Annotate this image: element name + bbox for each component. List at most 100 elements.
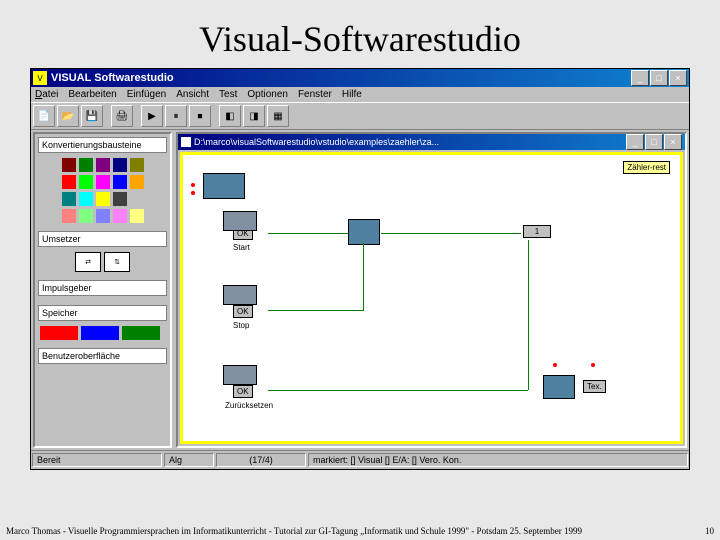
color-swatch[interactable] bbox=[130, 175, 144, 189]
stop-button[interactable]: ⏹ bbox=[189, 105, 211, 127]
pin[interactable] bbox=[191, 183, 195, 187]
color-swatch[interactable] bbox=[113, 192, 127, 206]
umsetzer-component[interactable]: ⇄ bbox=[75, 252, 101, 272]
status-markiert: markiert: [] Visual [] E/A: [] Vero. Kon… bbox=[308, 453, 688, 467]
palette-oberflaeche-header: Benutzeroberfläche bbox=[38, 348, 167, 364]
pause-button[interactable]: ⏸ bbox=[165, 105, 187, 127]
pin[interactable] bbox=[591, 363, 595, 367]
pin[interactable] bbox=[191, 191, 195, 195]
ok-button-node[interactable]: OK bbox=[233, 385, 253, 398]
status-bereit: Bereit bbox=[32, 453, 162, 467]
palette-konvertierung-header: Konvertierungsbausteine bbox=[38, 137, 167, 153]
menubar: Datei Bearbeiten Einfügen Ansicht Test O… bbox=[31, 87, 689, 102]
menu-fenster[interactable]: Fenster bbox=[298, 89, 332, 100]
output-node[interactable] bbox=[543, 375, 575, 399]
slide-title: Visual-Softwarestudio bbox=[0, 0, 720, 68]
wire bbox=[268, 233, 348, 234]
menu-ansicht[interactable]: Ansicht bbox=[176, 89, 209, 100]
color-swatch[interactable] bbox=[62, 175, 76, 189]
doc-close-button[interactable]: × bbox=[664, 134, 682, 150]
color-swatch[interactable] bbox=[130, 192, 144, 206]
save-button[interactable]: 💾 bbox=[81, 105, 103, 127]
stop-label: Stop bbox=[233, 321, 249, 330]
maximize-button[interactable]: □ bbox=[650, 70, 668, 86]
close-button[interactable]: × bbox=[669, 70, 687, 86]
minimize-button[interactable]: _ bbox=[631, 70, 649, 86]
color-swatch[interactable] bbox=[79, 175, 93, 189]
color-swatch[interactable] bbox=[79, 209, 93, 223]
color-swatch[interactable] bbox=[62, 209, 76, 223]
tool-b-button[interactable]: ◨ bbox=[243, 105, 265, 127]
ok-button-node[interactable]: OK bbox=[233, 305, 253, 318]
wire bbox=[381, 233, 521, 234]
start-label: Start bbox=[233, 243, 250, 252]
slide-footer: Marco Thomas - Visuelle Programmiersprac… bbox=[6, 526, 714, 536]
color-swatch[interactable] bbox=[96, 209, 110, 223]
print-button[interactable]: 🖨 bbox=[111, 105, 133, 127]
color-swatch[interactable] bbox=[62, 192, 76, 206]
menu-einfuegen[interactable]: Einfügen bbox=[127, 89, 166, 100]
one-node[interactable]: 1 bbox=[523, 225, 551, 238]
wire bbox=[363, 243, 364, 311]
wire bbox=[268, 310, 363, 311]
play-button[interactable]: ▶ bbox=[141, 105, 163, 127]
statusbar: Bereit Alg (17/4) markiert: [] Visual []… bbox=[31, 450, 689, 469]
speicher-bar[interactable] bbox=[122, 326, 160, 340]
umsetzer-component[interactable]: ⇅ bbox=[104, 252, 130, 272]
speicher-bars bbox=[38, 324, 167, 342]
canvas[interactable]: Zähler-rest OK Start 1 OK Stop OK Zurück bbox=[180, 152, 683, 444]
doc-max-button[interactable]: □ bbox=[645, 134, 663, 150]
pin[interactable] bbox=[553, 363, 557, 367]
document-path: D:\marco\visualSoftwarestudio\vstudio\ex… bbox=[194, 137, 625, 147]
menu-hilfe[interactable]: Hilfe bbox=[342, 89, 362, 100]
color-swatch[interactable] bbox=[113, 158, 127, 172]
processor-node[interactable] bbox=[348, 219, 380, 245]
color-swatch[interactable] bbox=[79, 192, 93, 206]
color-swatch[interactable] bbox=[62, 158, 76, 172]
palette-umsetzer-header: Umsetzer bbox=[38, 231, 167, 247]
color-swatch[interactable] bbox=[96, 158, 110, 172]
stop-module[interactable] bbox=[223, 285, 257, 305]
reset-module[interactable] bbox=[223, 365, 257, 385]
doc-min-button[interactable]: _ bbox=[626, 134, 644, 150]
toolbar: 📄 📂 💾 🖨 ▶ ⏸ ⏹ ◧ ◨ ▦ bbox=[31, 102, 689, 130]
workspace: Konvertierungsbausteine Umsetzer ⇄ ⇅ Imp… bbox=[31, 130, 689, 450]
color-swatch[interactable] bbox=[79, 158, 93, 172]
app-icon: V bbox=[33, 71, 47, 85]
canvas-area: D:\marco\visualSoftwarestudio\vstudio\ex… bbox=[176, 132, 687, 448]
tool-c-button[interactable]: ▦ bbox=[267, 105, 289, 127]
document-icon bbox=[181, 137, 191, 147]
menu-optionen[interactable]: Optionen bbox=[247, 89, 288, 100]
color-swatch[interactable] bbox=[96, 175, 110, 189]
start-module[interactable] bbox=[223, 211, 257, 231]
reset-label: Zurücksetzen bbox=[225, 401, 273, 410]
color-swatch[interactable] bbox=[96, 192, 110, 206]
speicher-bar[interactable] bbox=[81, 326, 119, 340]
menu-test[interactable]: Test bbox=[219, 89, 237, 100]
tool-a-button[interactable]: ◧ bbox=[219, 105, 241, 127]
window-title: VISUAL Softwarestudio bbox=[51, 72, 630, 84]
footer-page: 10 bbox=[705, 526, 714, 536]
wire bbox=[528, 240, 529, 390]
open-button[interactable]: 📂 bbox=[57, 105, 79, 127]
menu-bearbeiten[interactable]: Bearbeiten bbox=[68, 89, 116, 100]
module-node[interactable] bbox=[203, 173, 245, 199]
new-button[interactable]: 📄 bbox=[33, 105, 55, 127]
footer-text: Marco Thomas - Visuelle Programmiersprac… bbox=[6, 526, 582, 536]
toolbar-field[interactable]: Alg bbox=[164, 453, 214, 467]
color-swatch[interactable] bbox=[130, 158, 144, 172]
menu-datei[interactable]: Datei bbox=[35, 89, 58, 100]
zaehler-label[interactable]: Zähler-rest bbox=[623, 161, 670, 174]
document-titlebar[interactable]: D:\marco\visualSoftwarestudio\vstudio\ex… bbox=[178, 134, 685, 150]
titlebar[interactable]: V VISUAL Softwarestudio _ □ × bbox=[31, 69, 689, 87]
palette-speicher-header: Speicher bbox=[38, 305, 167, 321]
text-node[interactable]: Tex. bbox=[583, 380, 606, 393]
palette-panel: Konvertierungsbausteine Umsetzer ⇄ ⇅ Imp… bbox=[33, 132, 172, 448]
speicher-bar[interactable] bbox=[40, 326, 78, 340]
color-swatch[interactable] bbox=[113, 175, 127, 189]
palette-impulsgeber-header: Impulsgeber bbox=[38, 280, 167, 296]
color-swatch[interactable] bbox=[113, 209, 127, 223]
color-swatch[interactable] bbox=[130, 209, 144, 223]
status-position: (17/4) bbox=[216, 453, 306, 467]
app-window: V VISUAL Softwarestudio _ □ × Datei Bear… bbox=[30, 68, 690, 470]
